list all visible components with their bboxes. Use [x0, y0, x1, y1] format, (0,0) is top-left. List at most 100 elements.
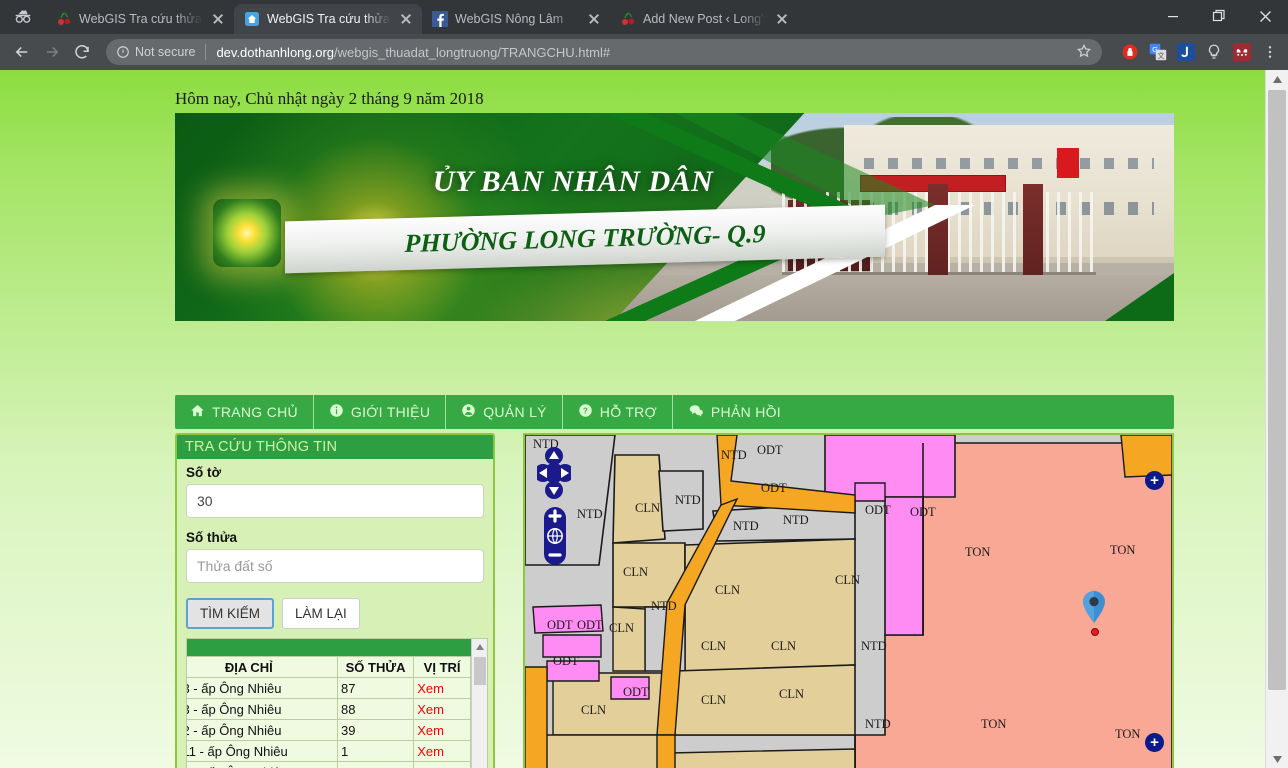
adblock-icon[interactable] — [1120, 42, 1140, 62]
home-icon — [190, 403, 205, 421]
cell-address: Tổ 3 - ấp Ông Nhiêu — [187, 698, 338, 720]
close-icon[interactable] — [210, 11, 226, 27]
lightbulb-icon[interactable] — [1204, 42, 1224, 62]
browser-tab-2[interactable]: WebGIS Tra cứu thửa đất — [234, 4, 422, 34]
banner-light-orb — [213, 199, 281, 267]
table-row[interactable]: g.Tổ 3 - ấp Ông Nhiêu88Xem — [187, 698, 471, 720]
reset-button[interactable]: LÀM LẠI — [282, 598, 360, 629]
security-indicator[interactable]: Not secure — [116, 45, 195, 59]
page-scroll-up-arrow-icon[interactable] — [1266, 70, 1288, 88]
close-button[interactable] — [1242, 0, 1288, 32]
nav-item-trang-chu[interactable]: TRANG CHỦ — [175, 395, 314, 429]
map-parcel-label: CLN — [701, 693, 726, 707]
results-table-body: g.Tổ 3 - ấp Ông Nhiêu87Xemg.Tổ 3 - ấp Ôn… — [187, 677, 471, 768]
search-panel: TRA CỨU THÔNG TIN Số tờ Số thửa TÌM KIẾM… — [175, 433, 495, 768]
map-parcel-label: NTD — [733, 519, 759, 533]
cell-parcel-number: 88 — [336, 698, 415, 720]
map-parcel-label: NTD — [577, 507, 603, 521]
location-pin-marker[interactable] — [1081, 590, 1107, 636]
close-icon[interactable] — [586, 11, 602, 27]
page-scroll-down-arrow-icon[interactable] — [1266, 750, 1288, 768]
user-circle-icon — [461, 403, 476, 421]
nav-label: HỖ TRỢ — [599, 404, 657, 420]
house-icon — [244, 11, 260, 27]
map-parcel-label: NTD — [675, 493, 701, 507]
col-header-address[interactable]: ĐỊA CHỈ — [187, 656, 338, 678]
col-header-parcel[interactable]: SỐ THỬA — [336, 656, 415, 678]
banner-title: ỦY BAN NHÂN DÂN — [432, 165, 714, 198]
col-header-location[interactable]: VỊ TRÍ — [413, 656, 471, 678]
reload-button[interactable] — [68, 38, 96, 66]
cell-view-link[interactable]: Xem — [413, 761, 471, 768]
incognito-badge — [0, 0, 46, 34]
table-row[interactable]: g.Tổ 2 - ấp Ông Nhiêu39Xem — [187, 719, 471, 741]
map-parcel-label: ODT — [910, 505, 936, 519]
table-row[interactable]: g.Tổ 11 - ấp Ông Nhiêu3Xem — [187, 761, 471, 768]
map-parcel-label: CLN — [779, 687, 804, 701]
nav-item-quan-ly[interactable]: QUẢN LÝ — [446, 395, 563, 429]
table-row[interactable]: ng.Tổ 11 - ấp Ông Nhiêu1Xem — [187, 740, 471, 762]
marker-point-dot — [1090, 628, 1099, 636]
map-parcel-label: ODT — [553, 654, 579, 668]
map-parcel-label: TON — [981, 717, 1007, 731]
bookmark-star-icon[interactable] — [1068, 43, 1092, 62]
maximize-button[interactable] — [1196, 0, 1242, 32]
url-text: dev.dothanhlong.org/webgis_thuadat_longt… — [216, 45, 610, 60]
browser-tab-4[interactable]: Add New Post ‹ Long's bl — [610, 4, 798, 34]
close-icon[interactable] — [398, 11, 414, 27]
panel-button-row: TÌM KIẾM LÀM LẠI — [186, 598, 484, 629]
facebook-icon — [432, 11, 448, 27]
cell-view-link[interactable]: Xem — [413, 698, 471, 720]
blue-j-icon[interactable] — [1176, 42, 1196, 62]
zoom-control[interactable] — [544, 507, 566, 570]
browser-tab-1[interactable]: WebGIS Tra cứu thửa đất — [46, 4, 234, 34]
cherries-icon — [56, 11, 72, 27]
google-translate-icon[interactable]: G 文 — [1148, 42, 1168, 62]
browser-tab-3[interactable]: WebGIS Nông Lâm — [422, 4, 610, 34]
url-host: dev.dothanhlong.org — [216, 44, 335, 60]
site-banner: ỦY BAN NHÂN DÂN PHƯỜNG LONG TRƯỜNG- Q.9 — [175, 113, 1174, 321]
chrome-menu-button[interactable] — [1260, 42, 1280, 62]
search-button[interactable]: TÌM KIẾM — [186, 598, 274, 629]
cell-view-link[interactable]: Xem — [413, 719, 471, 741]
nav-item-ho-tro[interactable]: ? HỖ TRỢ — [563, 395, 673, 429]
cell-parcel-number: 87 — [336, 677, 415, 699]
map-plus-button-top[interactable]: + — [1145, 471, 1164, 490]
so-thua-input[interactable] — [186, 549, 484, 583]
page-scrollbar[interactable] — [1265, 70, 1288, 768]
nav-item-gioi-thieu[interactable]: GIỚI THIỆU — [314, 395, 447, 429]
map-parcel-label: TON — [1110, 543, 1136, 557]
map-plus-button-bottom[interactable]: + — [1145, 733, 1164, 752]
minimize-button[interactable] — [1150, 0, 1196, 32]
red-mask-icon[interactable] — [1232, 42, 1252, 62]
nav-label: GIỚI THIỆU — [350, 404, 431, 420]
cell-view-link[interactable]: Xem — [413, 677, 471, 699]
security-label: Not secure — [135, 45, 196, 59]
close-icon[interactable] — [774, 11, 790, 27]
table-row[interactable]: g.Tổ 3 - ấp Ông Nhiêu87Xem — [187, 677, 471, 699]
cell-parcel-number: 3 — [336, 761, 415, 768]
so-to-label: Số tờ — [186, 465, 222, 480]
map-parcel-label: CLN — [609, 621, 634, 635]
map-parcel-label: CLN — [581, 703, 606, 717]
cell-view-link[interactable]: Xem — [413, 740, 471, 762]
address-bar[interactable]: Not secure dev.dothanhlong.org/webgis_th… — [106, 39, 1102, 65]
map-parcel-label: CLN — [623, 565, 648, 579]
back-button[interactable] — [8, 38, 36, 66]
so-to-input[interactable] — [186, 484, 484, 518]
nav-item-phan-hoi[interactable]: PHẢN HỒI — [673, 395, 796, 429]
forward-button[interactable] — [38, 38, 66, 66]
results-vertical-scrollbar[interactable] — [471, 639, 487, 768]
page-scroll-thumb[interactable] — [1268, 90, 1286, 690]
panel-title: TRA CỨU THÔNG TIN — [177, 435, 493, 459]
scroll-up-arrow-icon[interactable] — [472, 639, 487, 655]
vertical-scroll-thumb[interactable] — [474, 657, 486, 685]
pan-control[interactable] — [534, 447, 574, 504]
map-container[interactable]: NTD NTD ODT NTD CLN NTD ODT NTD NTD ODT ODT TON TON C… — [523, 433, 1174, 768]
map-parcel-label: NTD — [651, 599, 677, 613]
results-table-viewport: ĐỊA CHỈ SỐ THỬA VỊ TRÍ g.Tổ 3 - ấp Ông N… — [187, 656, 471, 768]
map-parcel-label: NTD — [865, 717, 891, 731]
results-table: ĐỊA CHỈ SỐ THỬA VỊ TRÍ g.Tổ 3 - ấp Ông N… — [187, 656, 471, 768]
tab-title: Add New Post ‹ Long's bl — [643, 12, 767, 26]
cell-parcel-number: 1 — [336, 740, 415, 762]
